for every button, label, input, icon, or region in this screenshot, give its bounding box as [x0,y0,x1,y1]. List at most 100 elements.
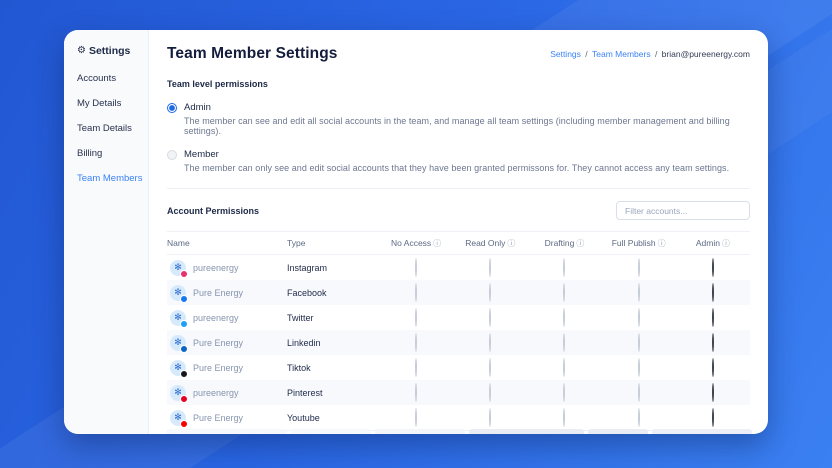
permission-cell-no-access [415,284,417,302]
permission-cell-no-access [415,334,417,352]
radio-read-only-instagram[interactable] [489,258,491,277]
radio-drafting-instagram[interactable] [563,258,565,277]
radio-admin-facebook[interactable] [712,283,714,302]
tiktok-icon [180,370,188,378]
radio-admin-twitter[interactable] [712,308,714,327]
column-header-type: Type [287,238,379,248]
permission-cell-drafting [563,259,565,277]
radio-no-access-facebook[interactable] [415,283,417,302]
radio-read-only-linkedin[interactable] [489,333,491,352]
facebook-icon [180,295,188,303]
radio-read-only-twitter[interactable] [489,308,491,327]
radio-full-publish-linkedin[interactable] [638,333,640,352]
account-avatar: ✻ [170,260,186,276]
youtube-icon [180,420,188,428]
sidebar-item-team-members[interactable]: Team Members [77,173,148,184]
account-avatar: ✻ [170,410,186,426]
permission-cell-read-only [489,334,491,352]
section-divider [167,188,750,189]
account-name-cell: ✻pureenergy [167,260,287,276]
account-permissions-table: NameTypeNo AccessⓘRead OnlyⓘDraftingⓘFul… [167,231,750,431]
radio-drafting-youtube[interactable] [563,408,565,427]
team-level-option-member: MemberThe member can only see and edit s… [167,149,750,173]
account-name: Pure Energy [193,288,243,298]
permission-cell-admin [712,409,714,427]
radio-admin-pinterest[interactable] [712,383,714,402]
radio-drafting-linkedin[interactable] [563,333,565,352]
breadcrumb-team-members[interactable]: Team Members [592,49,651,59]
info-icon: ⓘ [433,239,441,248]
radio-admin-tiktok[interactable] [712,358,714,377]
account-type: Facebook [287,288,379,298]
radio-read-only-pinterest[interactable] [489,383,491,402]
option-description: The member can only see and edit social … [184,163,729,173]
radio-no-access-instagram[interactable] [415,258,417,277]
permission-cell-admin [712,284,714,302]
permission-cell-read-only [489,259,491,277]
table-row: ✻Pure EnergyYoutube [167,405,750,430]
permission-cell-read-only [489,384,491,402]
radio-full-publish-facebook[interactable] [638,283,640,302]
account-name: Pure Energy [193,338,243,348]
radio-read-only-facebook[interactable] [489,283,491,302]
permission-cell-admin [712,359,714,377]
account-name-cell: ✻Pure Energy [167,360,287,376]
permission-cell-drafting [563,309,565,327]
permission-cell-drafting [563,384,565,402]
radio-drafting-facebook[interactable] [563,283,565,302]
breadcrumb: Settings / Team Members / brian@pureener… [550,49,750,59]
radio-no-access-pinterest[interactable] [415,383,417,402]
radio-read-only-youtube[interactable] [489,408,491,427]
breadcrumb-settings[interactable]: Settings [550,49,581,59]
permission-cell-no-access [415,384,417,402]
radio-no-access-youtube[interactable] [415,408,417,427]
permission-cell-read-only [489,359,491,377]
twitter-icon [180,320,188,328]
permission-cell-full-publish [638,309,640,327]
radio-member[interactable] [167,150,177,160]
sidebar-item-my-details[interactable]: My Details [77,98,148,109]
breadcrumb-separator: / [583,49,590,59]
radio-drafting-pinterest[interactable] [563,383,565,402]
breadcrumb-separator: / [653,49,660,59]
permission-cell-full-publish [638,409,640,427]
info-icon: ⓘ [722,239,730,248]
column-header-name: Name [167,238,287,248]
account-name-cell: ✻Pure Energy [167,335,287,351]
sidebar-item-accounts[interactable]: Accounts [77,73,148,84]
radio-full-publish-instagram[interactable] [638,258,640,277]
team-level-option-admin: AdminThe member can see and edit all soc… [167,102,750,136]
radio-admin[interactable] [167,103,177,113]
gear-icon: ⚙ [77,46,86,56]
account-name-cell: ✻pureenergy [167,310,287,326]
permission-cell-admin [712,334,714,352]
sidebar-settings-label: Settings [89,45,130,57]
radio-full-publish-tiktok[interactable] [638,358,640,377]
radio-drafting-twitter[interactable] [563,308,565,327]
permission-cell-full-publish [638,359,640,377]
account-avatar: ✻ [170,310,186,326]
account-name-cell: ✻pureenergy [167,385,287,401]
radio-full-publish-pinterest[interactable] [638,383,640,402]
radio-no-access-linkedin[interactable] [415,333,417,352]
table-body: ✻pureenergyInstagram✻Pure EnergyFacebook… [167,255,750,430]
radio-admin-linkedin[interactable] [712,333,714,352]
filter-accounts-input[interactable] [616,201,750,220]
radio-drafting-tiktok[interactable] [563,358,565,377]
radio-no-access-tiktok[interactable] [415,358,417,377]
account-name-cell: ✻Pure Energy [167,285,287,301]
breadcrumb-brian-pureenergy-com: brian@pureenergy.com [662,49,750,59]
radio-no-access-twitter[interactable] [415,308,417,327]
permission-cell-no-access [415,359,417,377]
permission-cell-drafting [563,409,565,427]
sidebar-item-team-details[interactable]: Team Details [77,123,148,134]
radio-read-only-tiktok[interactable] [489,358,491,377]
option-text: AdminThe member can see and edit all soc… [184,102,750,136]
radio-admin-youtube[interactable] [712,408,714,427]
permission-cell-admin [712,309,714,327]
radio-full-publish-youtube[interactable] [638,408,640,427]
radio-admin-instagram[interactable] [712,258,714,277]
permission-cell-read-only [489,309,491,327]
sidebar-item-billing[interactable]: Billing [77,148,148,159]
radio-full-publish-twitter[interactable] [638,308,640,327]
